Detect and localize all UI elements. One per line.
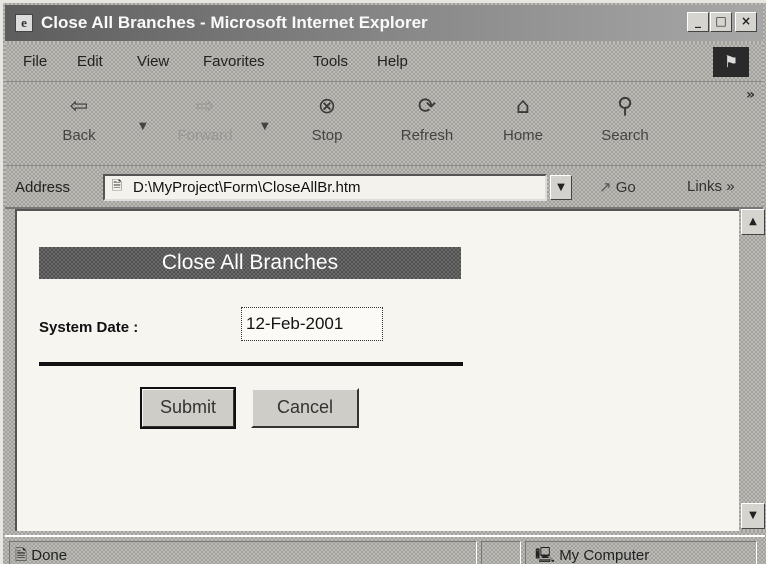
menu-tools[interactable]: Tools — [313, 53, 348, 70]
search-label: Search — [601, 127, 649, 144]
menu-bar: File Edit View Favorites Tools Help ⚑ — [5, 43, 763, 82]
search-icon: ⚲ — [616, 94, 634, 119]
security-zone: 🖳 My Computer — [535, 545, 649, 564]
cancel-button[interactable]: Cancel — [251, 388, 359, 428]
window-title: Close All Branches - Microsoft Internet … — [41, 13, 428, 32]
ie-page-icon: 🗎 — [15, 547, 28, 564]
menu-edit[interactable]: Edit — [77, 53, 103, 70]
links-label: Links — [687, 178, 723, 195]
toolbar-overflow-icon[interactable]: » — [746, 87, 755, 103]
forward-button[interactable]: ⇨ Forward — [165, 91, 245, 144]
go-arrow-icon: ↗ — [599, 178, 612, 196]
vertical-scrollbar[interactable]: ▲ ▼ — [739, 209, 766, 531]
stop-button[interactable]: ⊗ Stop — [287, 91, 367, 144]
address-label: Address — [15, 179, 71, 196]
forward-dropdown-icon[interactable]: ▼ — [261, 121, 269, 132]
system-date-label: System Date : — [39, 319, 139, 336]
minimize-button[interactable]: _ — [687, 12, 709, 32]
standard-toolbar: ⇦ Back ▼ ⇨ Forward ▼ ⊗ Stop ⟳ Refresh ⌂ … — [5, 83, 763, 166]
links-overflow-icon[interactable]: » — [726, 178, 734, 195]
browser-window: e Close All Branches - Microsoft Interne… — [0, 0, 766, 564]
status-empty-cell — [481, 541, 521, 564]
computer-icon: 🖳 — [535, 547, 556, 564]
menu-favorites[interactable]: Favorites — [203, 53, 265, 70]
menu-view[interactable]: View — [137, 53, 169, 70]
page-heading: Close All Branches — [39, 247, 461, 279]
search-button[interactable]: ⚲ Search — [585, 91, 665, 144]
home-button[interactable]: ⌂ Home — [483, 91, 563, 144]
maximize-button[interactable]: □ — [710, 12, 732, 32]
refresh-icon: ⟳ — [417, 94, 437, 119]
status-bar: 🗎 Done 🖳 My Computer — [5, 535, 765, 564]
windows-logo-icon: ⚑ — [713, 47, 749, 77]
close-button[interactable]: × — [735, 12, 757, 32]
status-text-cell — [9, 541, 477, 564]
ie-app-icon[interactable]: e — [15, 14, 33, 32]
security-zone-label: My Computer — [559, 547, 650, 564]
status-text: 🗎 Done — [15, 545, 67, 564]
scroll-up-button[interactable]: ▲ — [741, 209, 765, 235]
back-arrow-icon: ⇦ — [69, 94, 89, 119]
stop-label: Stop — [311, 127, 343, 144]
submit-button[interactable]: Submit — [140, 387, 236, 429]
go-label: Go — [615, 179, 636, 196]
address-input[interactable]: 🗎 D:\MyProject\Form\CloseAllBr.htm — [103, 174, 547, 201]
stop-icon: ⊗ — [317, 94, 337, 119]
system-date-field[interactable]: 12-Feb-2001 — [241, 307, 383, 341]
links-button[interactable]: Links » — [687, 178, 735, 195]
scroll-down-button[interactable]: ▼ — [741, 503, 765, 529]
menu-file[interactable]: File — [23, 53, 47, 70]
home-icon: ⌂ — [516, 94, 530, 119]
address-url[interactable]: D:\MyProject\Form\CloseAllBr.htm — [133, 179, 361, 196]
refresh-button[interactable]: ⟳ Refresh — [387, 91, 467, 144]
back-dropdown-icon[interactable]: ▼ — [139, 121, 147, 132]
forward-arrow-icon: ⇨ — [195, 94, 215, 119]
menu-help[interactable]: Help — [377, 53, 408, 70]
refresh-label: Refresh — [400, 127, 454, 144]
address-bar: Address 🗎 D:\MyProject\Form\CloseAllBr.h… — [5, 167, 763, 209]
address-dropdown-button[interactable]: ▼ — [550, 175, 572, 200]
forward-label: Forward — [177, 127, 233, 144]
page-content: Close All Branches System Date : 12-Feb-… — [15, 209, 739, 531]
status-done-label: Done — [31, 547, 68, 564]
go-button[interactable]: ↗ Go — [599, 178, 636, 196]
title-bar[interactable]: e Close All Branches - Microsoft Interne… — [5, 5, 763, 41]
back-label: Back — [62, 127, 96, 144]
home-label: Home — [502, 127, 543, 144]
divider — [39, 362, 463, 366]
back-button[interactable]: ⇦ Back — [39, 91, 119, 144]
page-icon: 🗎 — [111, 179, 123, 194]
